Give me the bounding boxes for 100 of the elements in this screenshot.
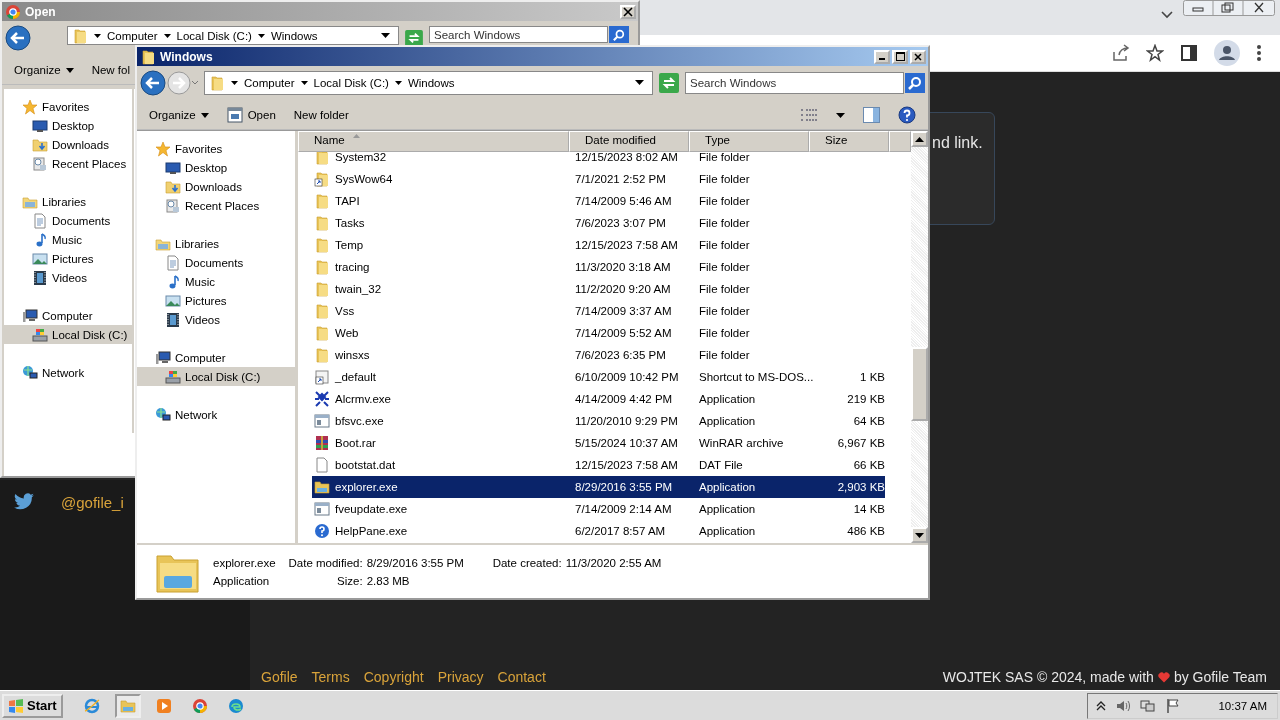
caret-icon[interactable]: [836, 112, 845, 118]
toolbar-button[interactable]: Open: [226, 107, 276, 123]
nav-item[interactable]: Network: [4, 363, 132, 382]
nav-item[interactable]: Computer: [4, 306, 132, 325]
caret-icon[interactable]: [231, 80, 238, 85]
search-icon[interactable]: [613, 28, 625, 41]
scrollbar[interactable]: [911, 131, 928, 543]
caret-icon[interactable]: [257, 33, 265, 38]
file-row[interactable]: Boot.rar 5/15/2024 10:37 AM WinRAR archive 6,967 KB: [312, 432, 885, 454]
network-monitors-icon[interactable]: [1140, 697, 1157, 714]
side-panel-icon[interactable]: [1180, 44, 1198, 62]
nav-item[interactable]: Libraries: [137, 234, 295, 253]
nav-item[interactable]: Local Disk (C:): [137, 367, 295, 386]
bookmark-star-icon[interactable]: [1146, 44, 1164, 62]
file-row[interactable]: tracing 11/3/2020 3:18 AM File folder: [312, 256, 885, 278]
bird-icon[interactable]: [13, 493, 35, 511]
file-row[interactable]: winsxs 7/6/2023 6:35 PM File folder: [312, 344, 885, 366]
nav-item[interactable]: Downloads: [137, 177, 295, 196]
address-bar[interactable]: Computer Local Disk (C:) Windows: [204, 70, 653, 95]
footer-link[interactable]: Copyright: [363, 669, 424, 685]
help-icon[interactable]: [898, 106, 916, 124]
nav-item[interactable]: Network: [137, 405, 295, 424]
start-button[interactable]: Start: [2, 693, 63, 718]
scroll-up-button[interactable]: [911, 131, 928, 147]
nav-item[interactable]: Videos: [4, 268, 132, 287]
dropdown-icon[interactable]: [635, 80, 644, 85]
column-header[interactable]: Date modified: [569, 131, 689, 152]
file-row[interactable]: explorer.exe 8/29/2016 3:55 PM Application 2,903 KB: [312, 476, 885, 498]
file-row[interactable]: fveupdate.exe 7/14/2009 2:14 AM Application 14 KB: [312, 498, 885, 520]
column-header[interactable]: Name: [298, 131, 569, 152]
nav-item[interactable]: Desktop: [137, 158, 295, 177]
file-row[interactable]: Temp 12/15/2023 7:58 AM File folder: [312, 234, 885, 256]
toolbar-button[interactable]: Organize: [14, 64, 74, 76]
nav-item[interactable]: Downloads: [4, 135, 132, 154]
toolbar-button[interactable]: Organize: [149, 109, 209, 121]
file-row[interactable]: Web 7/14/2009 5:52 AM File folder: [312, 322, 885, 344]
footer-link[interactable]: Gofile: [261, 669, 298, 685]
footer-link[interactable]: Contact: [497, 669, 546, 685]
twitter-handle[interactable]: @gofile_i: [61, 493, 124, 511]
nav-item[interactable]: Music: [4, 230, 132, 249]
nav-item[interactable]: Desktop: [4, 116, 132, 135]
minimize-button[interactable]: [874, 49, 890, 64]
nav-item[interactable]: Music: [137, 272, 295, 291]
view-list-icon[interactable]: [800, 108, 818, 122]
nav-item[interactable]: Documents: [137, 253, 295, 272]
nav-item[interactable]: Favorites: [4, 97, 132, 116]
nav-item[interactable]: Favorites: [137, 139, 295, 158]
refresh-icon[interactable]: [405, 29, 423, 46]
nav-item[interactable]: Libraries: [4, 192, 132, 211]
search-field[interactable]: Search Windows: [429, 26, 608, 43]
file-row[interactable]: HelpPane.exe 6/2/2017 8:57 AM Application 486 KB: [312, 520, 885, 542]
nav-item[interactable]: Recent Places: [4, 154, 132, 173]
nav-item[interactable]: Recent Places: [137, 196, 295, 215]
profile-avatar-icon[interactable]: [1214, 40, 1240, 66]
toolbar-button[interactable]: New folder: [293, 109, 349, 121]
file-row[interactable]: SysWow64 7/1/2021 2:52 PM File folder: [312, 168, 885, 190]
column-header[interactable]: Size: [809, 131, 889, 152]
file-row[interactable]: TAPI 7/14/2009 5:46 AM File folder: [312, 190, 885, 212]
nav-item[interactable]: Pictures: [4, 249, 132, 268]
file-row[interactable]: System32 12/15/2023 8:02 AM File folder: [312, 152, 885, 168]
caret-icon[interactable]: [94, 33, 101, 38]
share-icon[interactable]: [1112, 44, 1130, 62]
window-controls[interactable]: [1183, 0, 1275, 16]
footer-link[interactable]: Terms: [311, 669, 350, 685]
date-cell-text: 8/29/2016 3:55 PM: [574, 481, 674, 493]
caret-up-icon[interactable]: [1096, 699, 1107, 712]
file-row[interactable]: twain_32 11/2/2020 9:20 AM File folder: [312, 278, 885, 300]
search-field[interactable]: Search Windows: [685, 71, 904, 94]
column-header[interactable]: Type: [689, 131, 809, 152]
file-row[interactable]: Tasks 7/6/2023 3:07 PM File folder: [312, 212, 885, 234]
file-row[interactable]: bfsvc.exe 11/20/2010 9:29 PM Application 64 KB: [312, 410, 885, 432]
caret-icon[interactable]: [163, 33, 171, 38]
back-forward-buttons[interactable]: [140, 68, 198, 97]
search-icon[interactable]: [908, 75, 922, 90]
nav-item[interactable]: Computer: [137, 348, 295, 367]
scroll-down-button[interactable]: [911, 527, 928, 543]
preview-pane-icon[interactable]: [863, 107, 880, 123]
clock[interactable]: 10:37 AM: [1218, 699, 1267, 712]
nav-item[interactable]: Documents: [4, 211, 132, 230]
chevron-down-icon[interactable]: [1160, 10, 1174, 20]
file-row[interactable]: Alcrmv.exe 4/14/2009 4:42 PM Application 219 KB: [312, 388, 885, 410]
nav-item[interactable]: Videos: [137, 310, 295, 329]
caret-icon[interactable]: [300, 80, 308, 85]
file-row[interactable]: _default 6/10/2009 10:42 PM Shortcut to MS-DOS... 1 KB: [312, 366, 885, 388]
refresh-icon[interactable]: [659, 72, 679, 93]
dropdown-icon[interactable]: [381, 33, 390, 38]
nav-item[interactable]: Local Disk (C:): [4, 325, 132, 344]
close-button[interactable]: [910, 49, 926, 64]
nav-item[interactable]: Pictures: [137, 291, 295, 310]
file-row[interactable]: bootstat.dat 12/15/2023 7:58 AM DAT File 66 KB: [312, 454, 885, 476]
caret-icon[interactable]: [394, 80, 402, 85]
maximize-button[interactable]: [892, 49, 908, 64]
footer-link[interactable]: Privacy: [437, 669, 484, 685]
scroll-thumb[interactable]: [911, 347, 928, 421]
arrow-up-icon: [915, 136, 924, 142]
flag-icon[interactable]: [1165, 697, 1182, 714]
menu-icon[interactable]: [1256, 44, 1262, 62]
file-row[interactable]: Vss 7/14/2009 3:37 AM File folder: [312, 300, 885, 322]
address-bar[interactable]: Computer Local Disk (C:) Windows: [67, 26, 399, 45]
toolbar-button[interactable]: New fol: [91, 64, 131, 76]
